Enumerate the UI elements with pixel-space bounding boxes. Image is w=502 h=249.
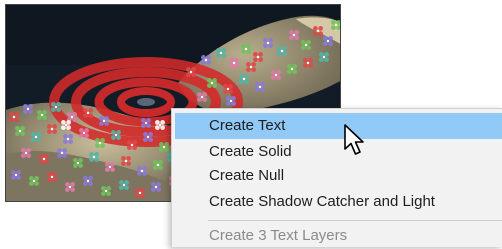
menu-item-create-text[interactable]: Create Text	[175, 113, 502, 139]
menu-item-create-shadow-catcher[interactable]: Create Shadow Catcher and Light	[175, 189, 502, 215]
menu-separator	[208, 220, 502, 221]
mouse-pointer-icon	[344, 124, 364, 155]
menu-item-create-null[interactable]: Create Null	[175, 163, 502, 189]
menu-item-create-3-text-layers[interactable]: Create 3 Text Layers	[175, 223, 502, 249]
context-menu: Create Text Create Solid Create Null Cre…	[171, 108, 502, 247]
menu-item-create-solid[interactable]: Create Solid	[175, 139, 502, 165]
